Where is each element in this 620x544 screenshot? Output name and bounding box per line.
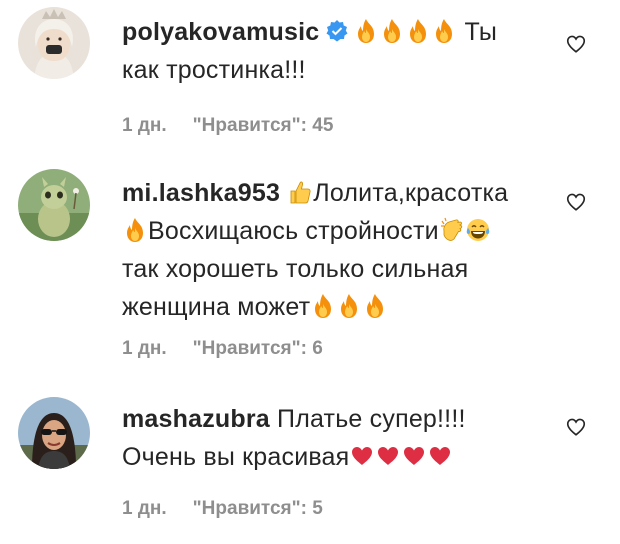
comment-text: polyakovamusic Ты как тростинка!!! xyxy=(122,13,552,89)
clapping-hands-emoji xyxy=(440,217,464,243)
avatar[interactable] xyxy=(18,397,90,469)
comment-likes-count[interactable]: "Нравится": 6 xyxy=(193,338,323,359)
tears-of-joy-emoji xyxy=(466,217,490,243)
verified-badge-icon xyxy=(325,19,349,43)
fire-emoji xyxy=(311,293,335,319)
comment-meta: 1 дн. "Нравится": 45 xyxy=(122,115,333,137)
fire-emoji xyxy=(337,293,361,319)
comment-username[interactable]: mashazubra xyxy=(122,405,270,433)
comment-item: mashazubra Платье супер!!!! Очень вы кра… xyxy=(0,380,620,544)
fire-emoji xyxy=(354,18,378,44)
fire-emoji xyxy=(123,217,147,243)
comment-username[interactable]: mi.lashka953 xyxy=(122,179,280,207)
comment-text: mashazubra Платье супер!!!! Очень вы кра… xyxy=(122,400,552,476)
comment-text-part: Ты xyxy=(464,18,498,46)
red-heart-emoji xyxy=(350,443,374,469)
like-heart-icon[interactable] xyxy=(565,33,587,55)
comment-text-part: женщина может xyxy=(122,293,311,321)
comment-item: polyakovamusic Ты как тростинка!!! 1 дн.… xyxy=(0,0,620,160)
comment-time[interactable]: 1 дн. xyxy=(122,115,167,136)
avatar[interactable] xyxy=(18,7,90,79)
avatar-image xyxy=(18,397,90,469)
comment-text-part: Лолита,красотка xyxy=(313,179,509,207)
comment-text-part: Восхищаюсь стройности xyxy=(148,217,439,245)
comment-username[interactable]: polyakovamusic xyxy=(122,18,319,46)
comment-text-part: так хорошеть только сильная xyxy=(122,255,469,283)
comment-text-part: Платье супер!!!! xyxy=(277,405,466,433)
avatar[interactable] xyxy=(18,169,90,241)
comment-time[interactable]: 1 дн. xyxy=(122,338,167,359)
fire-emoji xyxy=(432,18,456,44)
fire-emoji xyxy=(406,18,430,44)
red-heart-emoji xyxy=(402,443,426,469)
comment-item: mi.lashka953 Лолита,красотка Восхищаюсь … xyxy=(0,160,620,380)
avatar-image xyxy=(18,169,90,241)
thumbs-up-emoji xyxy=(288,179,312,205)
avatar-image xyxy=(18,7,90,79)
comment-likes-count[interactable]: "Нравится": 5 xyxy=(193,498,323,519)
fire-emoji xyxy=(380,18,404,44)
comment-text-part: как тростинка!!! xyxy=(122,56,306,84)
red-heart-emoji xyxy=(428,443,452,469)
comment-time[interactable]: 1 дн. xyxy=(122,498,167,519)
comment-meta: 1 дн. "Нравится": 6 xyxy=(122,338,323,360)
red-heart-emoji xyxy=(376,443,400,469)
comment-likes-count[interactable]: "Нравится": 45 xyxy=(193,115,334,136)
like-heart-icon[interactable] xyxy=(565,191,587,213)
like-heart-icon[interactable] xyxy=(565,416,587,438)
fire-emoji xyxy=(363,293,387,319)
comment-meta: 1 дн. "Нравится": 5 xyxy=(122,498,323,520)
comment-text-part: Очень вы красивая xyxy=(122,443,350,471)
comment-text: mi.lashka953 Лолита,красотка Восхищаюсь … xyxy=(122,174,552,326)
